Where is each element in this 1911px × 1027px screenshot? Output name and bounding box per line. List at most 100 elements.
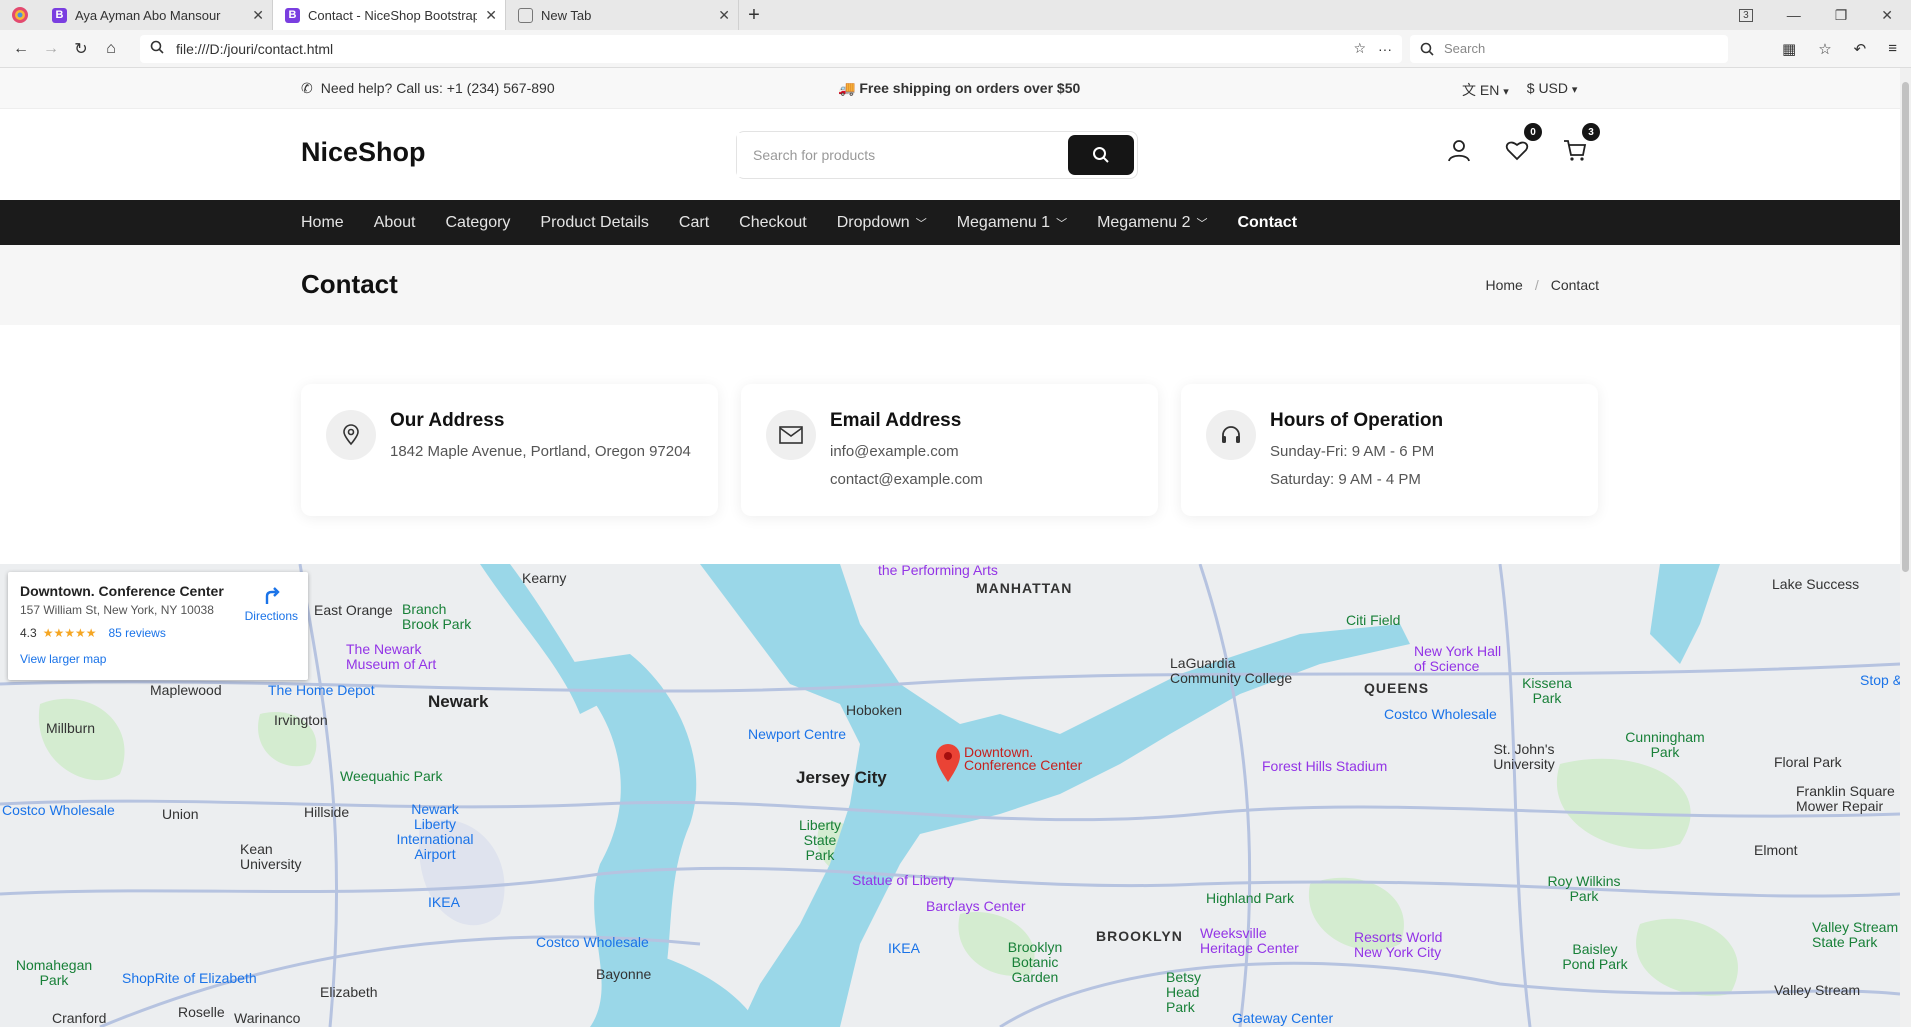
browser-toolbar-icons: ▦ ☆ ↶ ≡ — [1782, 40, 1911, 58]
map-label: Roy Wilkins Park — [1547, 873, 1621, 904]
browser-tab-bar: B Aya Ayman Abo Mansour ✕ B Contact - Ni… — [0, 0, 1911, 30]
map-label: Warinanco — [234, 1010, 301, 1026]
browser-tab-1[interactable]: B Aya Ayman Abo Mansour ✕ — [40, 0, 273, 30]
nav-label: Contact — [1237, 213, 1298, 231]
close-icon[interactable]: ✕ — [252, 7, 264, 24]
reviews-link[interactable]: 85 reviews — [108, 626, 165, 640]
tab-title: Contact - NiceShop Bootstrap — [308, 7, 478, 23]
rating-value: 4.3 — [20, 626, 37, 640]
browser-search-field[interactable]: Search — [1410, 34, 1728, 63]
nav-item-megamenu-2[interactable]: Megamenu 2 ﹀ — [1097, 214, 1207, 232]
view-larger-map-link[interactable]: View larger map — [20, 652, 106, 666]
map-label: St. John's University — [1493, 741, 1555, 772]
map-label: Valley Stream — [1774, 982, 1861, 998]
breadcrumb-home[interactable]: Home — [1486, 277, 1523, 293]
favorites-icon[interactable]: ☆ — [1818, 40, 1831, 58]
map-label: BROOKLYN — [1096, 928, 1183, 944]
map-label: Barclays Center — [926, 898, 1026, 914]
map-label: Newark — [428, 692, 489, 711]
product-search-input[interactable] — [737, 133, 1068, 177]
cart-icon[interactable]: 3 — [1562, 123, 1600, 163]
caret-down-icon: ▾ — [1571, 84, 1578, 96]
map-label: Floral Park — [1774, 754, 1842, 770]
account-icon[interactable] — [1446, 137, 1472, 163]
page-title-bar: Contact Home / Contact — [0, 245, 1900, 325]
grid-icon[interactable]: ▦ — [1782, 40, 1796, 58]
hours-line: Saturday: 9 AM - 4 PM — [1270, 471, 1421, 488]
nav-item-cart[interactable]: Cart — [679, 214, 709, 232]
browser-logo-icon[interactable] — [0, 0, 40, 30]
card-title: Our Address — [390, 410, 505, 431]
scrollbar-thumb[interactable] — [1902, 82, 1909, 572]
map-label: Nomahegan Park — [15, 957, 93, 988]
nav-item-checkout[interactable]: Checkout — [739, 214, 807, 232]
page-scrollbar[interactable] — [1900, 68, 1911, 1027]
language-selector[interactable]: 文 EN ▾ — [1462, 80, 1509, 100]
close-icon[interactable]: ✕ — [485, 7, 497, 24]
maximize-icon[interactable]: ❐ — [1835, 7, 1848, 24]
nav-label: Product Details — [540, 213, 649, 231]
page-title: Contact — [301, 269, 398, 299]
directions-icon — [266, 587, 281, 604]
more-icon[interactable]: ··· — [1378, 41, 1392, 57]
marker-label[interactable]: Downtown. Conference Center — [964, 745, 1082, 772]
back-icon[interactable]: ← — [6, 40, 36, 58]
nav-item-category[interactable]: Category — [446, 214, 511, 232]
map-pin-icon — [326, 410, 376, 460]
browser-tab-2[interactable]: B Contact - NiceShop Bootstrap ✕ — [273, 0, 506, 30]
tab-count-badge[interactable]: 3 — [1739, 8, 1753, 22]
search-button[interactable] — [1068, 135, 1134, 175]
map-label: Statue of Liberty — [852, 872, 954, 888]
map-label: Resorts World New York City — [1354, 929, 1443, 960]
site-logo[interactable]: NiceShop — [301, 137, 426, 168]
map-label: Roselle — [178, 1004, 225, 1020]
map-info-window: Downtown. Conference Center 157 William … — [8, 572, 308, 680]
map-label: QUEENS — [1364, 680, 1430, 696]
nav-label: Home — [301, 213, 344, 231]
header-icons: 0 3 — [1446, 123, 1600, 163]
map-label: The Home Depot — [268, 682, 375, 698]
map-label: Brooklyn Botanic Garden — [1007, 939, 1063, 985]
minimize-icon[interactable]: — — [1787, 7, 1801, 23]
browser-tab-3[interactable]: New Tab ✕ — [506, 0, 739, 30]
forward-icon[interactable]: → — [36, 40, 66, 58]
star-icon[interactable]: ☆ — [1353, 40, 1366, 57]
nav-item-contact[interactable]: Contact — [1237, 214, 1297, 232]
close-window-icon[interactable]: ✕ — [1881, 7, 1893, 24]
map-label: Weequahic Park — [340, 768, 443, 784]
map-label: The Newark Museum of Art — [346, 641, 437, 672]
hours-line: Sunday-Fri: 9 AM - 6 PM — [1270, 443, 1435, 460]
nav-item-about[interactable]: About — [374, 214, 416, 232]
map-label: Kissena Park — [1522, 675, 1572, 706]
currency-selector[interactable]: $ USD ▾ — [1527, 80, 1578, 100]
map-label: New York Hall of Science — [1414, 643, 1502, 674]
menu-icon[interactable]: ≡ — [1888, 40, 1897, 58]
close-icon[interactable]: ✕ — [718, 7, 730, 24]
nav-label: Dropdown — [836, 213, 910, 231]
map-label: Liberty State Park — [798, 817, 842, 863]
nav-item-home[interactable]: Home — [301, 214, 344, 232]
reload-icon[interactable]: ↻ — [66, 39, 96, 59]
new-tab-button[interactable]: + — [739, 0, 769, 30]
directions-button[interactable]: Directions — [245, 586, 298, 623]
map-label: Costco Wholesale — [1384, 706, 1497, 722]
wishlist-count-badge: 0 — [1524, 123, 1542, 141]
url-text: file:///D:/jouri/contact.html — [176, 40, 334, 57]
email-line[interactable]: contact@example.com — [830, 471, 983, 488]
nav-item-product-details[interactable]: Product Details — [540, 214, 649, 232]
history-icon[interactable]: ↶ — [1854, 40, 1867, 58]
nav-item-dropdown[interactable]: Dropdown ﹀ — [837, 214, 927, 232]
home-icon[interactable]: ⌂ — [96, 40, 126, 58]
phone-icon: ✆ — [301, 80, 313, 96]
search-icon — [1420, 42, 1434, 56]
wishlist-icon[interactable]: 0 — [1504, 123, 1542, 163]
map-label: Costco Wholesale — [536, 934, 649, 950]
email-line[interactable]: info@example.com — [830, 443, 959, 460]
map-label: Cunningham Park — [1625, 729, 1705, 760]
nav-item-megamenu-1[interactable]: Megamenu 1 ﹀ — [957, 214, 1067, 232]
breadcrumb-current: Contact — [1550, 277, 1599, 293]
url-field[interactable]: file:///D:/jouri/contact.html ☆ ··· — [140, 34, 1402, 63]
map-label: the Performing Arts — [878, 564, 998, 578]
top-info-bar: ✆ Need help? Call us: +1 (234) 567-890 🚚… — [0, 68, 1900, 109]
browser-search-placeholder: Search — [1444, 41, 1486, 56]
